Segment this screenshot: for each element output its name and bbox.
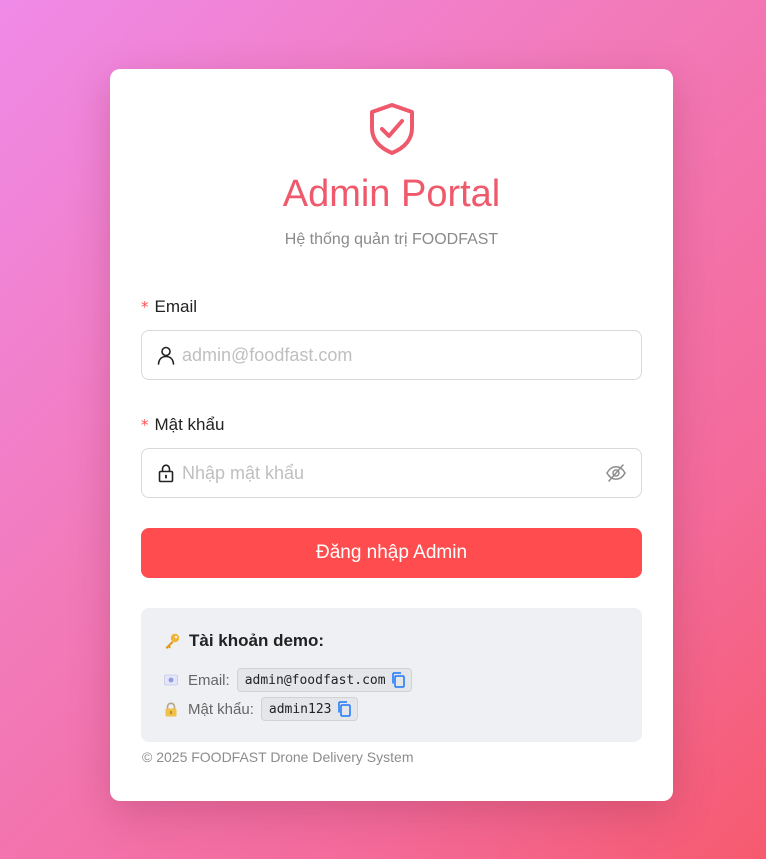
login-button[interactable]: Đăng nhập Admin bbox=[141, 528, 642, 578]
email-field[interactable] bbox=[141, 330, 642, 380]
password-field[interactable] bbox=[141, 448, 642, 498]
login-card: Admin Portal Hệ thống quản trị FOODFAST … bbox=[110, 69, 673, 801]
required-mark: * bbox=[141, 298, 149, 316]
demo-title: Tài khoản demo: bbox=[163, 631, 324, 651]
lock-icon bbox=[156, 463, 176, 483]
required-mark: * bbox=[141, 416, 149, 434]
demo-title-text: Tài khoản demo: bbox=[189, 631, 325, 650]
footer-copyright: © 2025 FOODFAST Drone Delivery System bbox=[142, 749, 414, 765]
password-label: * Mật khẩu bbox=[141, 415, 224, 435]
lock-emoji-icon bbox=[163, 701, 179, 717]
email-label-text: Email bbox=[154, 297, 198, 316]
copy-icon[interactable] bbox=[337, 701, 351, 717]
page-title: Admin Portal bbox=[282, 173, 501, 215]
demo-email-row: Email: admin@foodfast.com bbox=[163, 668, 412, 692]
page-subtitle: Hệ thống quản trị FOODFAST bbox=[284, 231, 499, 248]
email-input[interactable] bbox=[182, 344, 627, 366]
demo-password-label: Mật khẩu: bbox=[188, 700, 254, 718]
demo-email-value: admin@foodfast.com bbox=[244, 672, 386, 688]
demo-password-row: Mật khẩu: admin123 bbox=[163, 697, 358, 721]
demo-email-label: Email: bbox=[188, 671, 230, 689]
password-input[interactable] bbox=[182, 462, 605, 484]
email-label: * Email bbox=[141, 297, 197, 317]
copy-icon[interactable] bbox=[391, 672, 405, 688]
password-label-text: Mật khẩu bbox=[154, 415, 225, 434]
demo-password-value: admin123 bbox=[268, 701, 332, 717]
user-icon bbox=[156, 345, 176, 365]
demo-password-code: admin123 bbox=[260, 697, 358, 721]
demo-accounts-panel: Tài khoản demo: Email: admin@foodfast.co… bbox=[141, 608, 642, 742]
envelope-icon bbox=[163, 674, 179, 686]
shield-check-icon bbox=[370, 103, 414, 155]
eye-invisible-icon[interactable] bbox=[605, 462, 627, 484]
demo-email-code: admin@foodfast.com bbox=[236, 668, 412, 692]
key-icon bbox=[163, 632, 181, 650]
